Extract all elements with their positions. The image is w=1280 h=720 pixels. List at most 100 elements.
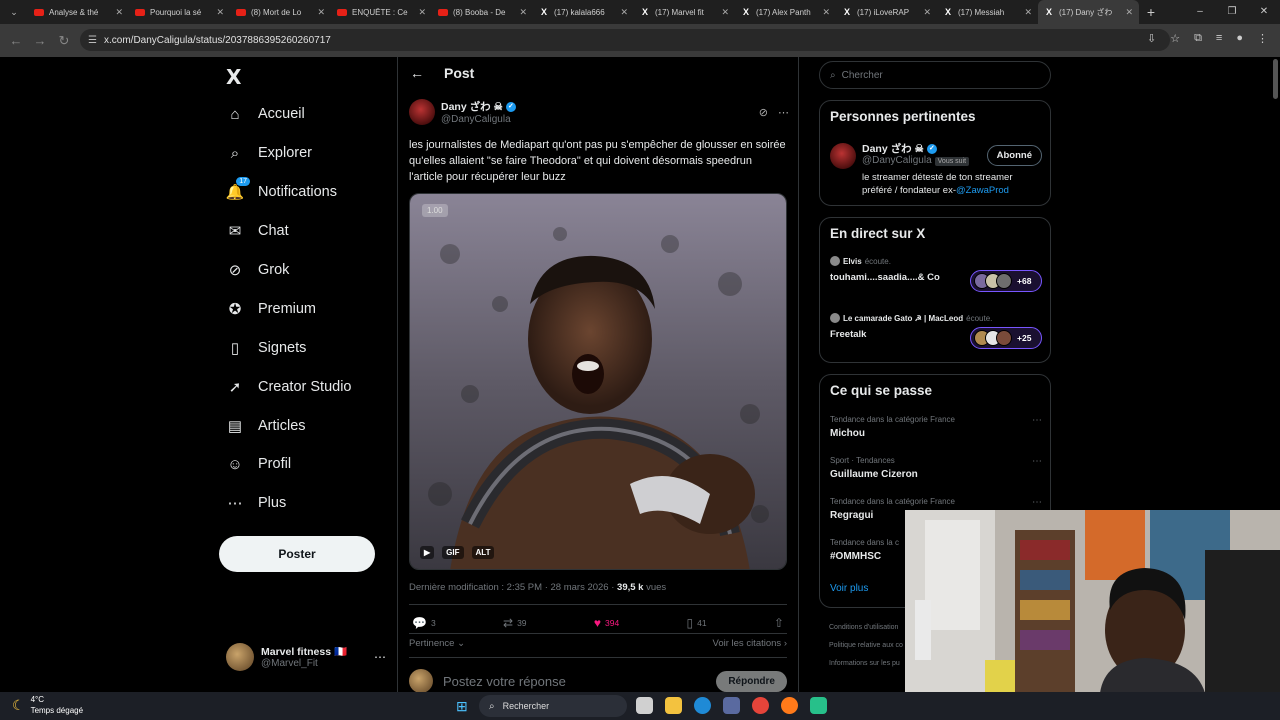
- back-arrow-icon[interactable]: ←: [4, 33, 28, 48]
- browser-tab[interactable]: X (17) Alex Panth ✕: [735, 0, 836, 24]
- close-tab-icon[interactable]: ✕: [822, 7, 830, 18]
- reply-button[interactable]: 💬 3: [412, 616, 436, 630]
- sidebar-item-signets[interactable]: ▯ Signets: [226, 328, 352, 367]
- author-name-row[interactable]: Dany ざわ ☠ ✓: [441, 99, 516, 114]
- bio-link[interactable]: @ZawaProd: [956, 185, 1009, 196]
- back-icon[interactable]: ←: [410, 65, 424, 81]
- profile-icon[interactable]: ●: [1236, 32, 1243, 45]
- close-tab-icon[interactable]: ✕: [620, 7, 628, 18]
- like-button[interactable]: ♥ 394: [594, 616, 619, 630]
- sidebar-item-premium[interactable]: ✪ Premium: [226, 289, 352, 328]
- trend-item[interactable]: Sport · Tendances Guillaume Cizeron ⋯: [830, 456, 1042, 480]
- reply-input[interactable]: Postez votre réponse: [443, 674, 566, 689]
- browser-tab[interactable]: X (17) iLoveRAP ✕: [836, 0, 937, 24]
- repost-button[interactable]: ⇄ 39: [503, 616, 527, 630]
- close-tab-icon[interactable]: ✕: [418, 7, 426, 18]
- browser-menu-icon[interactable]: ⋮: [1257, 32, 1268, 45]
- minimize-icon[interactable]: –: [1184, 0, 1216, 24]
- close-tab-icon[interactable]: ✕: [721, 7, 729, 18]
- search-input[interactable]: ⌕ Chercher: [819, 61, 1051, 89]
- windows-start-icon[interactable]: ⊞: [456, 698, 468, 715]
- footer-link[interactable]: Conditions d'utilisation: [829, 619, 903, 637]
- more-icon[interactable]: ⋯: [374, 650, 386, 664]
- play-icon[interactable]: ▶: [420, 546, 435, 559]
- grok-icon[interactable]: ⊘: [759, 106, 768, 119]
- app-icon[interactable]: [810, 697, 827, 714]
- more-icon[interactable]: ⋯: [778, 106, 789, 119]
- live-space[interactable]: Le camarade Gato ☭ | MacLeod écoute. Free…: [830, 313, 1042, 349]
- sidebar-item-explorer[interactable]: ⌕ Explorer: [226, 134, 352, 173]
- alt-badge[interactable]: ALT: [471, 546, 495, 559]
- account-switcher[interactable]: Marvel fitness 🇫🇷 @Marvel_Fit ⋯: [226, 643, 386, 671]
- sidebar-item-articles[interactable]: ▤ Articles: [226, 406, 352, 445]
- scrollbar[interactable]: [1273, 59, 1278, 99]
- trend-item[interactable]: Tendance dans la catégorie France Michou…: [830, 415, 1042, 439]
- address-bar[interactable]: ☰ x.com/DanyCaligula/status/203788639526…: [80, 29, 1170, 51]
- close-window-icon[interactable]: ✕: [1248, 0, 1280, 24]
- view-quotes-link[interactable]: Voir les citations ›: [713, 638, 787, 649]
- sidebar-item-chat[interactable]: ✉ Chat: [226, 212, 352, 251]
- weather-widget[interactable]: ☾ 4°C Temps dégagé: [12, 694, 83, 716]
- close-tab-icon[interactable]: ✕: [317, 7, 325, 18]
- see-more-link[interactable]: Voir plus: [830, 583, 868, 594]
- sort-dropdown[interactable]: Pertinence ⌄: [409, 638, 465, 649]
- footer-link[interactable]: Informations sur les pu: [829, 655, 903, 673]
- sidebar-item-grok[interactable]: ⊘ Grok: [226, 251, 352, 290]
- tab-search-menu-icon[interactable]: ⌄: [0, 0, 28, 24]
- share-button[interactable]: ⇧: [774, 616, 784, 630]
- post-media-gif[interactable]: 1.00 ▶ GIF ALT: [409, 193, 787, 570]
- live-space[interactable]: Elvis écoute. touhami....saadia....& Co +…: [830, 256, 1042, 292]
- new-tab-button[interactable]: +: [1139, 4, 1163, 20]
- reply-submit-button[interactable]: Répondre: [716, 670, 787, 692]
- avatar[interactable]: [409, 99, 435, 125]
- browser-tab[interactable]: X (17) kalala666 ✕: [533, 0, 634, 24]
- sidebar-item-plus[interactable]: ⋯ Plus: [226, 484, 352, 523]
- browser-tab[interactable]: X (17) Messiah ✕: [937, 0, 1038, 24]
- taskbar-search[interactable]: ⌕ Rechercher: [479, 695, 627, 717]
- file-explorer-icon[interactable]: [665, 697, 682, 714]
- close-tab-icon[interactable]: ✕: [519, 7, 527, 18]
- browser-tab[interactable]: ENQUÊTE : Ce ✕: [331, 0, 432, 24]
- browser-tab[interactable]: Analyse & thé ✕: [28, 0, 129, 24]
- more-icon[interactable]: ⋯: [1032, 415, 1042, 426]
- bookmark-button[interactable]: ▯ 41: [687, 616, 707, 630]
- chrome-icon[interactable]: [752, 697, 769, 714]
- maximize-icon[interactable]: ❐: [1216, 0, 1248, 24]
- close-tab-icon[interactable]: ✕: [1125, 7, 1133, 18]
- task-view-icon[interactable]: [636, 697, 653, 714]
- browser-tab[interactable]: (8) Booba - De ✕: [432, 0, 533, 24]
- firefox-icon[interactable]: [781, 697, 798, 714]
- sidebar-item-profil[interactable]: ☺ Profil: [226, 445, 352, 484]
- following-button[interactable]: Abonné: [986, 145, 1042, 166]
- extensions-icon[interactable]: ⧉: [1194, 32, 1202, 45]
- store-icon[interactable]: [723, 697, 740, 714]
- reload-icon[interactable]: ↻: [52, 33, 76, 49]
- footer-link[interactable]: Politique relative aux co: [829, 637, 903, 655]
- bookmark-star-icon[interactable]: ☆: [1170, 32, 1180, 45]
- close-tab-icon[interactable]: ✕: [1024, 7, 1032, 18]
- space-listeners[interactable]: +25: [970, 327, 1042, 349]
- gif-controls: ▶ GIF ALT: [420, 546, 495, 559]
- media-icon[interactable]: ≡: [1216, 32, 1222, 45]
- space-listeners[interactable]: +68: [970, 270, 1042, 292]
- close-tab-icon[interactable]: ✕: [923, 7, 931, 18]
- browser-tab[interactable]: X (17) Dany ざわ ✕: [1038, 0, 1139, 24]
- sidebar-item-accueil[interactable]: ⌂ Accueil: [226, 95, 352, 134]
- post-button[interactable]: Poster: [219, 536, 375, 572]
- avatar[interactable]: [830, 143, 856, 169]
- forward-arrow-icon[interactable]: →: [28, 33, 52, 48]
- edge-icon[interactable]: [694, 697, 711, 714]
- more-icon[interactable]: ⋯: [1032, 497, 1042, 508]
- browser-tab[interactable]: Pourquoi la sé ✕: [129, 0, 230, 24]
- browser-tab[interactable]: (8) Mort de Lo ✕: [230, 0, 331, 24]
- close-tab-icon[interactable]: ✕: [216, 7, 224, 18]
- browser-tab[interactable]: X (17) Marvel fit ✕: [634, 0, 735, 24]
- close-tab-icon[interactable]: ✕: [115, 7, 123, 18]
- sidebar-item-creator-studio[interactable]: ➚ Creator Studio: [226, 367, 352, 406]
- install-app-icon[interactable]: ⇩: [1147, 32, 1156, 45]
- x-logo[interactable]: X: [226, 65, 241, 89]
- sidebar-item-notifications[interactable]: 🔔 17 Notifications: [226, 173, 352, 212]
- site-settings-icon[interactable]: ☰: [88, 35, 97, 46]
- post-timestamp[interactable]: Dernière modification : 2:35 PM · 28 mar…: [409, 582, 617, 593]
- more-icon[interactable]: ⋯: [1032, 456, 1042, 467]
